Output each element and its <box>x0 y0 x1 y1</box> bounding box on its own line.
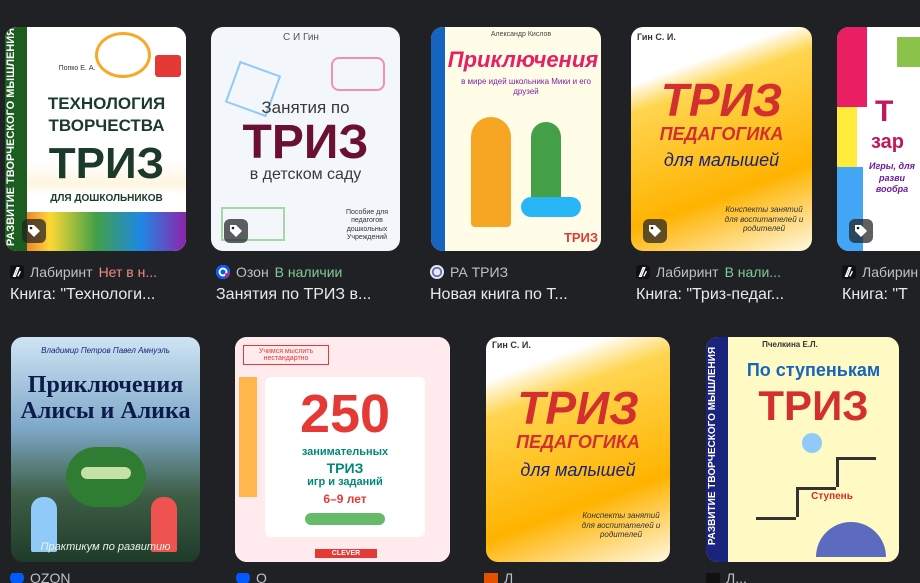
cover-title-line: Т <box>875 95 894 128</box>
ozon-logo-icon <box>10 573 24 583</box>
cover-note: Пособие для педагогов дошкольных Учрежде… <box>345 209 389 242</box>
cover-author: Александр Кислов <box>490 31 552 38</box>
book-cover-image[interactable]: РАЗВИТИЕ ТВОРЧЕСКОГО МЫШЛЕНИЯ Попко Е. А… <box>5 27 186 251</box>
source-name: Озон <box>236 264 269 280</box>
cover-authors: Владимир Петров Павел Амнуэль <box>41 346 170 355</box>
cover-title-line: занимательных <box>301 446 389 458</box>
cover-title-line: 6–9 лет <box>323 492 367 506</box>
source-name: OZON <box>30 573 71 583</box>
cover-title-line: ТРИЗ <box>48 139 165 188</box>
cover-title-line: ТРИЗ <box>242 116 369 169</box>
cover-title-line: ТРИЗ <box>758 382 869 429</box>
source-name: Лабиринт <box>656 264 719 280</box>
result-title[interactable]: Новая книга по Т... <box>430 286 608 308</box>
result-title[interactable]: Книга: "Т <box>842 286 920 308</box>
ozon-logo-icon <box>216 265 230 279</box>
cover-step-label: Ступень <box>811 491 853 502</box>
cover-author: Гин С. И. <box>492 340 531 350</box>
cover-title-line: игр и заданий <box>307 476 383 488</box>
cover-author: Пчелкина Е.Л. <box>762 340 818 349</box>
cover-spine-text: РАЗВИТИЕ ТВОРЧЕСКОГО МЫШЛЕНИЯ <box>5 27 17 247</box>
cover-title-line: Занятия по <box>261 98 350 117</box>
cover-title-line: для малышей <box>520 460 636 480</box>
cover-subtitle: Игры, для разви вообра <box>869 161 915 195</box>
book-cover-image[interactable]: Гин С. И. ТРИЗ ПЕДАГОГИКА для малышей Ко… <box>631 27 812 251</box>
result-source[interactable]: Л... <box>706 573 896 583</box>
result-title[interactable]: Книга: "Технологи... <box>10 286 188 308</box>
source-logo-icon <box>484 573 498 583</box>
availability-status: В наличии <box>274 264 343 280</box>
source-name: Лабирин <box>862 264 919 280</box>
source-name: Л... <box>726 573 747 583</box>
cover-title-line: По ступенькам <box>746 360 881 380</box>
cover-author: С И Гин <box>283 32 319 43</box>
labirint-logo-icon <box>10 265 24 279</box>
labirint-logo-icon <box>842 265 856 279</box>
result-source[interactable]: Лабирин <box>842 263 920 281</box>
book-cover-image[interactable]: Владимир Петров Павел Амнуэль Приключени… <box>11 337 200 562</box>
ozon-logo-icon <box>236 573 250 583</box>
cover-author: Попко Е. А. <box>58 65 96 72</box>
cover-title-line: ТРИЗ <box>326 460 364 476</box>
source-name: О <box>256 573 267 583</box>
availability-status: Нет в н... <box>98 264 158 280</box>
result-source[interactable]: Лабиринт В нали... <box>636 263 816 281</box>
source-name: РА ТРИЗ <box>450 264 509 280</box>
cover-title-line: ТВОРЧЕСТВА <box>48 116 165 135</box>
cover-title-line: зар <box>871 131 905 153</box>
cover-title-line: Алисы и Алика <box>20 398 191 424</box>
book-cover-image[interactable]: Т зар Игры, для разви вообра <box>837 27 920 251</box>
result-source[interactable]: Лабиринт Нет в н... <box>10 263 186 281</box>
cover-title-line: для малышей <box>663 150 780 170</box>
result-source[interactable]: РА ТРИЗ <box>430 263 610 281</box>
cover-author: Гин С. И. <box>637 32 676 42</box>
cover-subtitle: Практикум по развитию <box>40 541 171 553</box>
tag-icon[interactable] <box>224 219 248 243</box>
cover-title-line: ТРИЗ <box>517 382 639 434</box>
cover-title-line: ТРИЗ <box>563 230 599 245</box>
cover-note: Конспекты занятий для воспитателей и род… <box>581 511 661 540</box>
availability-status: В нали... <box>724 264 781 280</box>
cover-title-line: Приключения <box>27 372 184 398</box>
result-source[interactable]: Л <box>484 573 584 583</box>
tag-icon[interactable] <box>643 219 667 243</box>
book-cover-image[interactable]: Гин С. И. ТРИЗ ПЕДАГОГИКА для малышей Ко… <box>486 337 670 562</box>
cover-title-line: ТЕХНОЛОГИЯ <box>47 94 166 113</box>
cover-subtitle: ДЛЯ ДОШКОЛЬНИКОВ <box>50 193 163 204</box>
tag-icon[interactable] <box>849 219 873 243</box>
cover-title-line: Приключения <box>447 47 599 72</box>
source-name: Лабиринт <box>30 264 93 280</box>
book-cover-image[interactable]: Учимся мыслить нестандартно 250 занимате… <box>235 337 450 562</box>
result-source[interactable]: OZON <box>10 573 200 583</box>
cover-spine-text: РАЗВИТИЕ ТВОРЧЕСКОГО МЫШЛЕНИЯ <box>707 346 718 546</box>
result-source[interactable]: Озон В наличии <box>216 263 406 281</box>
tag-icon[interactable] <box>22 219 46 243</box>
book-cover-image[interactable]: С И Гин Занятия по ТРИЗ в детском саду П… <box>211 27 400 251</box>
cover-title-line: ПЕДАГОГИКА <box>516 432 640 452</box>
book-cover-image[interactable]: РАЗВИТИЕ ТВОРЧЕСКОГО МЫШЛЕНИЯ Пчелкина Е… <box>706 337 899 562</box>
cover-title-line: в детском саду <box>249 166 362 183</box>
result-source[interactable]: О <box>236 573 336 583</box>
cover-title-line: ТРИЗ <box>660 74 783 126</box>
result-title[interactable]: Книга: "Триз-педаг... <box>636 286 816 308</box>
cover-publisher: CLEVER <box>315 549 377 558</box>
labirint-logo-icon <box>706 573 720 583</box>
cover-subtitle: в мире идей школьника Мики и его друзей <box>461 77 591 96</box>
cover-badge: Учимся мыслить нестандартно <box>243 345 329 365</box>
labirint-logo-icon <box>636 265 650 279</box>
cover-note: Конспекты занятий для воспитателей и род… <box>724 205 804 234</box>
source-name: Л <box>504 573 514 583</box>
result-title[interactable]: Занятия по ТРИЗ в... <box>216 286 402 308</box>
ratriz-logo-icon <box>430 265 444 279</box>
cover-title-line: 250 <box>299 384 391 444</box>
book-cover-image[interactable]: Александр Кислов Приключения в мире идей… <box>431 27 601 251</box>
cover-title-line: ПЕДАГОГИКА <box>659 124 784 144</box>
